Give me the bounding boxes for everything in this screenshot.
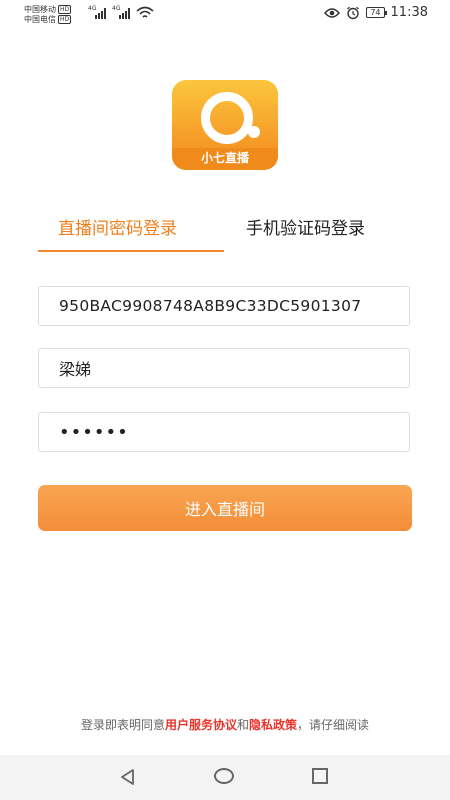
app-logo: 小七直播 (172, 80, 278, 170)
clock: 11:38 (390, 5, 428, 20)
eye-icon (324, 7, 341, 18)
agreement-text: 登录即表明同意用户服务协议和隐私政策，请仔细阅读 (0, 716, 450, 733)
username-input[interactable] (38, 348, 410, 388)
tab-room-password[interactable]: 直播间密码登录 (58, 214, 177, 239)
battery-icon: 74 (366, 7, 387, 18)
alarm-icon (347, 6, 360, 19)
logo-ring-icon (201, 92, 253, 144)
tab-phone-code[interactable]: 手机验证码登录 (246, 214, 365, 239)
logo-dot-icon (248, 126, 260, 138)
agreement-suffix: ，请仔细阅读 (297, 718, 370, 732)
carrier-1: 中国移动 (24, 5, 56, 14)
user-agreement-link[interactable]: 用户服务协议 (165, 718, 237, 732)
login-tabs: 直播间密码登录 手机验证码登录 (38, 214, 412, 254)
agreement-middle: 和 (236, 718, 249, 732)
signal-icon (95, 7, 106, 19)
home-icon[interactable] (214, 768, 234, 784)
carrier-info: 中国移动 HD 中国电信 HD (24, 5, 72, 25)
privacy-policy-link[interactable]: 隐私政策 (249, 718, 297, 732)
room-id-input[interactable] (38, 286, 410, 326)
wifi-icon (136, 6, 154, 18)
password-input[interactable] (38, 412, 410, 452)
recent-apps-icon[interactable] (312, 768, 328, 784)
agreement-prefix: 登录即表明同意 (80, 718, 165, 732)
hd-badge: HD (58, 15, 72, 24)
carrier-2: 中国电信 (24, 15, 56, 24)
enter-room-button[interactable]: 进入直播间 (38, 485, 412, 531)
active-tab-indicator (38, 250, 224, 252)
logo-name: 小七直播 (200, 151, 249, 165)
back-icon[interactable] (119, 768, 137, 786)
signal-icon (119, 7, 130, 19)
status-bar: 中国移动 HD 中国电信 HD 4G 4G 74 11:38 (0, 0, 450, 30)
hd-badge: HD (58, 5, 72, 14)
system-nav-bar (0, 755, 450, 800)
